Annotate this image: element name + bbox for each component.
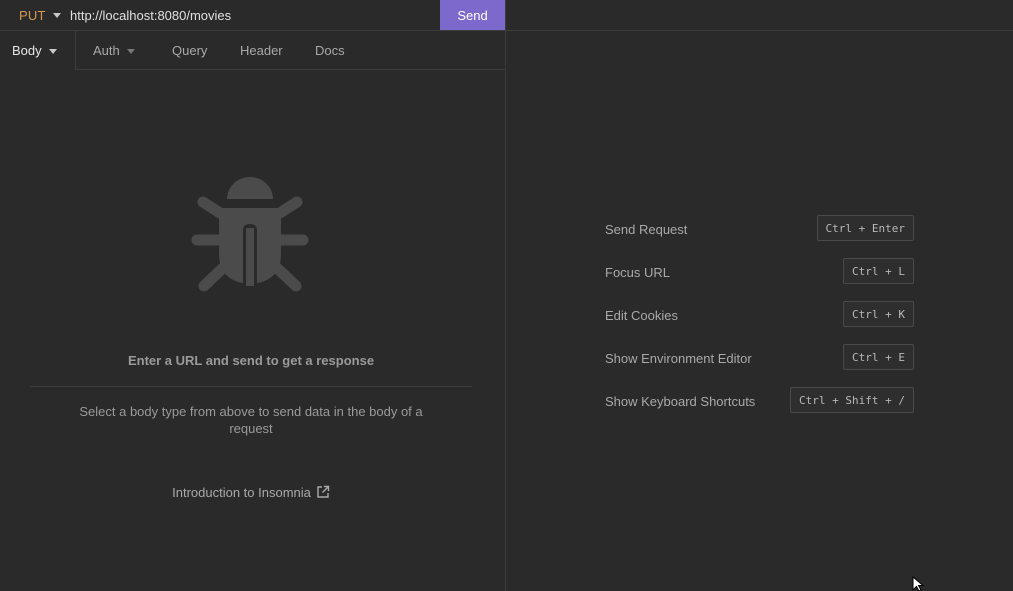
mouse-cursor-icon xyxy=(912,576,925,591)
response-header xyxy=(506,0,1013,31)
shortcut-keys: Ctrl + L xyxy=(843,258,914,284)
shortcut-keys: Ctrl + Shift + / xyxy=(790,387,914,413)
url-bar: PUT Send xyxy=(0,0,505,31)
bug-icon xyxy=(191,177,309,292)
shortcut-label: Show Keyboard Shortcuts xyxy=(605,393,756,409)
insomnia-window: PUT Send Body Auth Query Header Docs xyxy=(0,0,1013,591)
shortcut-keys: Ctrl + K xyxy=(843,301,914,327)
url-input[interactable] xyxy=(66,0,436,30)
tab-body[interactable]: Body xyxy=(12,31,57,70)
shortcut-label: Send Request xyxy=(605,221,688,237)
tab-docs[interactable]: Docs xyxy=(315,31,345,70)
pane-divider[interactable] xyxy=(505,0,506,591)
intro-link[interactable]: Introduction to Insomnia xyxy=(0,485,502,500)
shortcut-label: Focus URL xyxy=(605,264,671,280)
shortcut-keys: Ctrl + E xyxy=(843,344,914,370)
tab-auth-label: Auth xyxy=(93,43,120,58)
divider xyxy=(30,386,472,387)
tab-separator xyxy=(75,31,76,70)
tab-header-label: Header xyxy=(240,43,283,58)
tab-query[interactable]: Query xyxy=(172,31,207,70)
tabs-underline xyxy=(76,69,505,70)
empty-title: Enter a URL and send to get a response xyxy=(127,353,375,368)
chevron-down-icon xyxy=(52,13,61,18)
tab-header[interactable]: Header xyxy=(240,31,283,70)
shortcut-keys: Ctrl + Enter xyxy=(816,215,914,241)
chevron-down-icon xyxy=(126,48,135,54)
intro-link-label: Introduction to Insomnia xyxy=(172,485,311,500)
external-link-icon xyxy=(317,485,330,498)
method-label: PUT xyxy=(19,7,46,23)
tab-docs-label: Docs xyxy=(315,43,345,58)
tab-query-label: Query xyxy=(172,43,208,58)
chevron-down-icon xyxy=(48,48,57,54)
method-dropdown[interactable]: PUT xyxy=(0,0,61,30)
tab-body-label: Body xyxy=(12,43,42,58)
shortcut-label: Edit Cookies xyxy=(605,307,678,323)
tab-auth[interactable]: Auth xyxy=(93,31,135,70)
shortcut-label: Show Environment Editor xyxy=(605,350,752,366)
empty-description: Select a body type from above to send da… xyxy=(79,404,423,436)
send-button[interactable]: Send xyxy=(440,0,505,30)
